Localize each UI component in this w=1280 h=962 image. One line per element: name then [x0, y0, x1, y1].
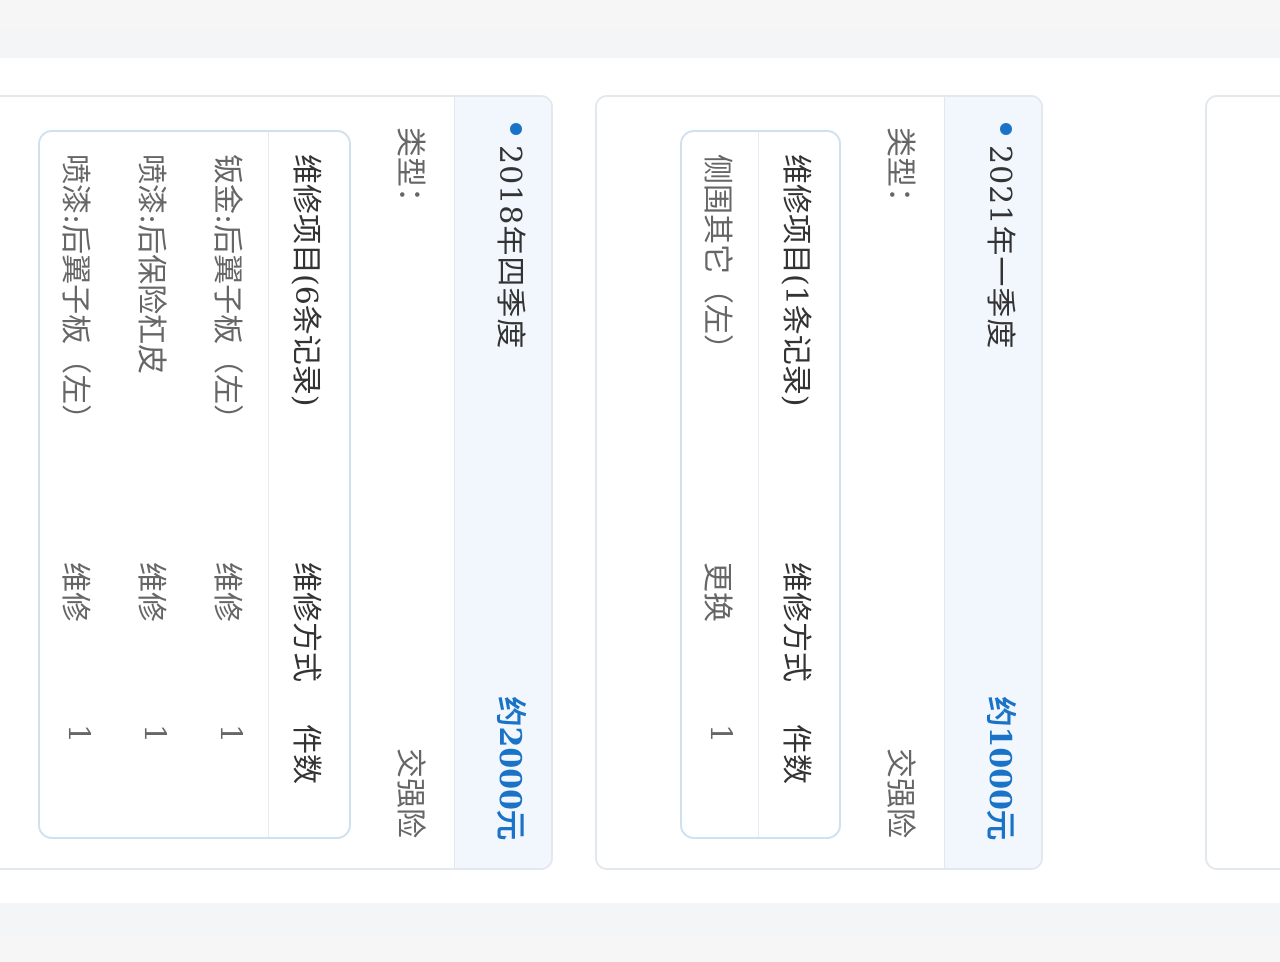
record-price: 约1000元 [982, 696, 1017, 841]
card-header: 2021年一季度 约1000元 [944, 97, 1041, 868]
table-row: 侧围其它（左） 更换 1 [682, 132, 758, 837]
record-period: 2018年四季度 [492, 145, 527, 350]
record-period: 2021年一季度 [982, 145, 1017, 350]
table-row: 喷漆:后翼子板（左） 维修 1 [40, 132, 116, 837]
record-price: 约2000元 [492, 696, 527, 841]
part-count: 1 [702, 724, 738, 744]
item-name: 喷漆:后保险杠皮 [133, 154, 168, 375]
type-label: 类型： [882, 127, 917, 217]
record-card-partial: 拆装 维修 1 钣金 维修 1 [1205, 95, 1280, 870]
column-header-item: 维修项目(6条记录) [288, 154, 323, 407]
column-header-count: 件数 [778, 724, 813, 784]
item-name: 钣金:后翼子板（左） [209, 154, 244, 435]
type-value: 交强险 [392, 748, 427, 838]
repair-method: 维修 [57, 562, 92, 622]
type-value: 交强险 [882, 748, 917, 838]
repair-table: 维修项目(1条记录) 维修方式 件数 侧围其它（左） 更换 1 [680, 130, 841, 839]
repair-method: 维修 [133, 562, 168, 622]
part-count: 1 [60, 724, 96, 744]
repair-table: 维修项目(6条记录) 维修方式 件数 钣金:后翼子板（左） 维修 1 喷漆:后保… [38, 130, 351, 839]
repair-method: 维修 [209, 562, 244, 622]
record-card-2018[interactable]: 2018年四季度 约2000元 类型： 交强险 维修项目(6条记录) 维修方式 … [0, 95, 553, 870]
bullet-dot-icon [510, 123, 522, 135]
bullet-dot-icon [1000, 123, 1012, 135]
item-name: 侧围其它（左） [699, 154, 734, 364]
table-row: 喷漆:后保险杠皮 维修 1 [116, 132, 192, 837]
repair-method: 更换 [699, 562, 734, 622]
table-row: 钣金:后翼子板（左） 维修 1 [192, 132, 268, 837]
table-header: 维修项目(1条记录) 维修方式 件数 [758, 132, 839, 837]
column-header-count: 件数 [288, 724, 323, 784]
item-name: 喷漆:后翼子板（左） [57, 154, 92, 435]
record-card-2021[interactable]: 2021年一季度 约1000元 类型： 交强险 维修项目(1条记录) 维修方式 … [595, 95, 1043, 870]
part-count: 1 [136, 724, 172, 744]
column-header-method: 维修方式 [778, 562, 813, 682]
column-header-method: 维修方式 [288, 562, 323, 682]
table-header: 维修项目(6条记录) 维修方式 件数 [268, 132, 349, 837]
column-header-item: 维修项目(1条记录) [778, 154, 813, 407]
records-list: 拆装 维修 1 钣金 维修 1 2021年一季度 约1000元 类型： 交强险 … [0, 0, 1280, 962]
part-count: 1 [212, 724, 248, 744]
card-header: 2018年四季度 约2000元 [454, 97, 551, 868]
type-label: 类型： [392, 127, 427, 217]
